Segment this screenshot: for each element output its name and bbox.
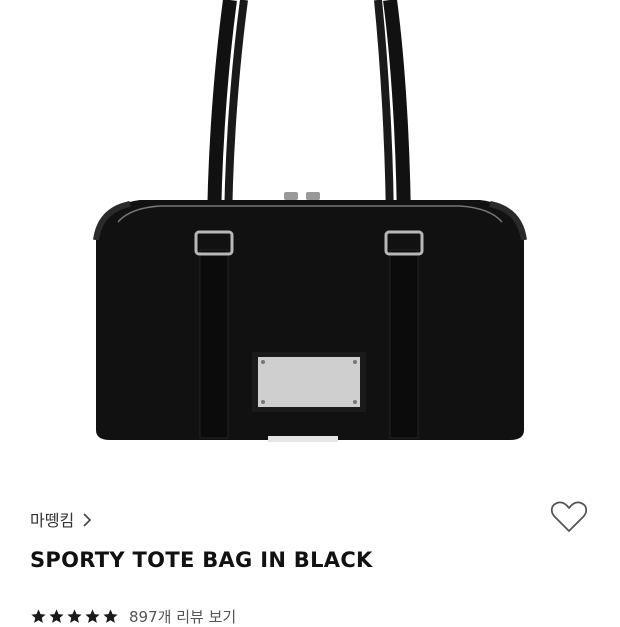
- star-icon: [67, 609, 82, 623]
- wishlist-button[interactable]: [548, 500, 590, 538]
- star-icon: [49, 609, 64, 623]
- chevron-right-icon: [82, 512, 92, 527]
- product-image[interactable]: [0, 0, 620, 470]
- star-icon: [103, 609, 118, 623]
- rating-summary[interactable]: 897개 리뷰 보기: [30, 606, 236, 627]
- review-count-link[interactable]: 897개 리뷰 보기: [129, 606, 236, 627]
- bag-illustration: [93, 0, 527, 442]
- brand-name: 마뗑킴: [30, 511, 75, 530]
- star-icon: [85, 609, 100, 623]
- bag-metal-plate: [258, 357, 360, 407]
- star-icon: [31, 609, 46, 623]
- rating-stars: [30, 608, 119, 625]
- zipper-pull-right: [306, 192, 320, 200]
- bag-strap-left: [199, 249, 229, 439]
- product-title: SPORTY TOTE BAG IN BLACK: [30, 548, 373, 572]
- bag-strap-right: [389, 249, 419, 439]
- zipper-pull-left: [284, 192, 298, 200]
- brand-link[interactable]: 마뗑킴: [30, 506, 92, 532]
- heart-outline-icon: [550, 500, 588, 538]
